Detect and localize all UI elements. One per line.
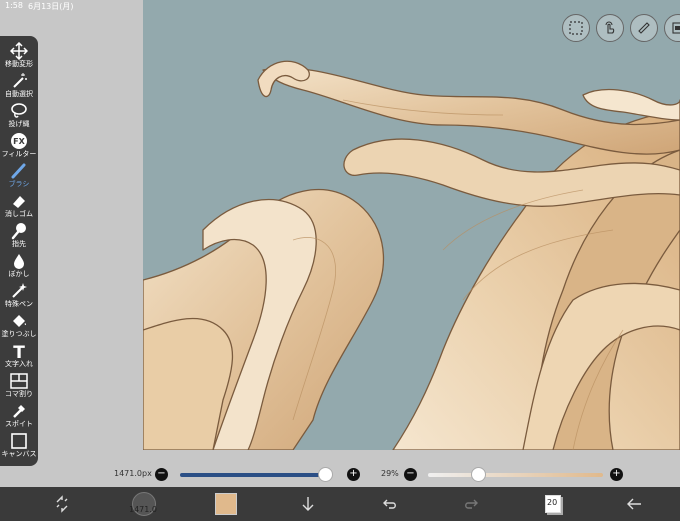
bottom-bar: 1471.0 20 bbox=[0, 487, 680, 521]
ruler-button[interactable] bbox=[630, 14, 658, 42]
brush-preview-button[interactable]: 1471.0 bbox=[129, 492, 157, 516]
tool-label: 特殊ペン bbox=[5, 300, 33, 308]
brush-size-value: 1471.0px bbox=[114, 469, 152, 478]
tool-label: コマ割り bbox=[5, 390, 33, 398]
special-pen-icon bbox=[12, 283, 27, 298]
opacity-minus-button[interactable]: − bbox=[404, 468, 417, 481]
back-button[interactable] bbox=[622, 493, 646, 515]
tool-label: 消しゴム bbox=[5, 210, 33, 218]
layer-count: 20 bbox=[547, 498, 558, 507]
tool-label: 指先 bbox=[12, 240, 26, 248]
hair-artwork bbox=[143, 60, 680, 450]
left-toolbar: 移動変形自動選択投げ縄 FX フィルターブラシ消しゴム指先ぼかし特殊ペン塗りつぶし T… bbox=[0, 36, 38, 466]
layers-icon: 20 bbox=[545, 495, 561, 513]
smudge-finger-icon bbox=[11, 223, 26, 240]
slider-row: 1471.0px − + 29% − + bbox=[0, 464, 680, 486]
redo-icon bbox=[465, 499, 478, 509]
brush-size-knob[interactable] bbox=[318, 467, 333, 482]
blur-drop-icon bbox=[14, 254, 24, 269]
download-button[interactable] bbox=[296, 493, 320, 515]
brush-size-plus-button[interactable]: + bbox=[347, 468, 360, 481]
tool-label: 塗りつぶし bbox=[1, 330, 37, 338]
fx-icon-text: FX bbox=[13, 137, 25, 146]
redo-button[interactable] bbox=[459, 493, 483, 515]
tool-label: 文字入れ bbox=[5, 360, 33, 368]
selection-button[interactable] bbox=[562, 14, 590, 42]
color-swatch bbox=[215, 493, 237, 515]
opacity-plus-button[interactable]: + bbox=[610, 468, 623, 481]
ruler-icon bbox=[638, 22, 650, 34]
opacity-slider[interactable] bbox=[428, 473, 603, 477]
frame-divide-icon bbox=[10, 373, 28, 389]
drawing-canvas[interactable] bbox=[143, 0, 680, 450]
rotate-arrows-icon bbox=[56, 495, 68, 513]
text-icon: T bbox=[13, 343, 25, 360]
layer-view-icon bbox=[672, 22, 680, 34]
undo-icon bbox=[383, 499, 396, 509]
selection-icon bbox=[569, 21, 583, 35]
tool-label: ぼかし bbox=[8, 270, 30, 278]
lasso-icon bbox=[11, 103, 27, 118]
text-icon-text: T bbox=[13, 343, 25, 360]
brush-size-minus-button[interactable]: − bbox=[155, 468, 168, 481]
magic-wand-icon bbox=[13, 73, 27, 88]
fx-icon: FX bbox=[11, 133, 27, 149]
tool-label: 投げ縄 bbox=[8, 120, 30, 128]
eraser-icon bbox=[13, 196, 25, 208]
fill-bucket-icon bbox=[13, 315, 26, 327]
tool-label: フィルター bbox=[1, 150, 37, 158]
move-icon bbox=[10, 42, 28, 60]
opacity-knob[interactable] bbox=[471, 467, 487, 482]
tool-label: キャンバス bbox=[1, 450, 37, 458]
tool-label: 移動変形 bbox=[5, 60, 33, 68]
canvas-icon bbox=[11, 433, 27, 449]
gesture-button[interactable] bbox=[596, 14, 624, 42]
opacity-value: 29% bbox=[381, 469, 399, 478]
arrow-left-icon bbox=[627, 498, 641, 510]
status-time: 1:58 bbox=[5, 1, 23, 10]
tool-label: スポイト bbox=[5, 420, 33, 428]
layers-button[interactable]: 20 bbox=[541, 493, 565, 515]
brush-preview-circle: 1471.0 bbox=[129, 492, 157, 516]
transform-button[interactable] bbox=[50, 493, 74, 515]
gesture-icon bbox=[605, 21, 615, 34]
brush-icon bbox=[11, 163, 26, 179]
undo-button[interactable] bbox=[378, 493, 402, 515]
tool-label: ブラシ bbox=[8, 180, 30, 188]
eyedropper-icon bbox=[13, 405, 25, 418]
arrow-down-icon bbox=[302, 497, 314, 511]
tool-label: 自動選択 bbox=[5, 90, 33, 98]
color-button[interactable] bbox=[214, 493, 238, 515]
brush-size-slider[interactable] bbox=[180, 473, 330, 477]
status-date: 6月13日(月) bbox=[28, 2, 74, 11]
tool-canvas[interactable]: キャンバス bbox=[0, 430, 38, 466]
brush-preview-text: 1471.0 bbox=[129, 505, 157, 514]
